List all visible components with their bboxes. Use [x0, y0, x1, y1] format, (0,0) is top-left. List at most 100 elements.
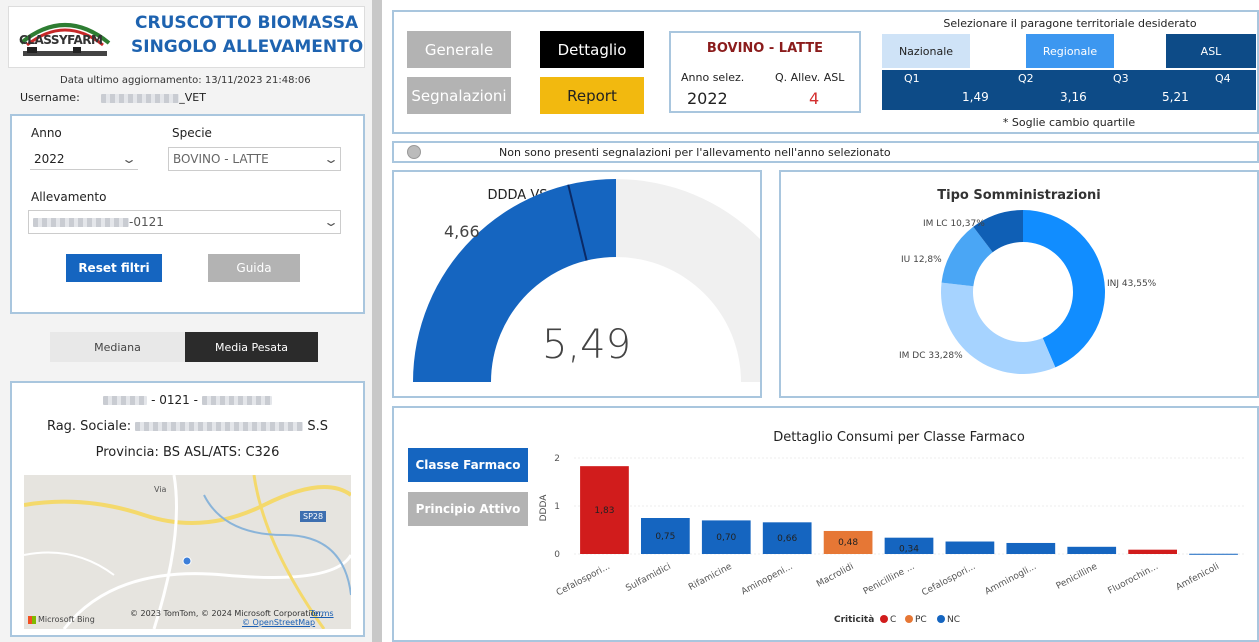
principio-attivo-button[interactable]: Principio Attivo — [408, 492, 528, 526]
summary-box: BOVINO - LATTE Anno selez. 2022 Q. Allev… — [669, 31, 861, 113]
sidebar-divider — [372, 0, 382, 642]
classyfarm-logo: CLASSYFARM — [13, 13, 117, 63]
regionale-option[interactable]: Regionale — [1026, 34, 1114, 68]
dettaglio-button[interactable]: Dettaglio — [540, 31, 644, 68]
map-terms-link[interactable]: Terms — [310, 609, 334, 618]
legend-dot-icon — [937, 615, 945, 623]
farm-code: - 0121 - — [12, 393, 363, 407]
bar-value-label: 0,48 — [838, 538, 858, 548]
threshold-2: 3,16 — [1060, 90, 1087, 104]
chevron-down-icon: ⌄ — [322, 152, 340, 166]
gauge-target-label: 4,66 — [444, 222, 480, 241]
threshold-1: 1,49 — [962, 90, 989, 104]
category-label: Cefalospori... — [920, 562, 977, 599]
asl-option[interactable]: ASL — [1166, 34, 1256, 68]
legend-dot-icon — [880, 615, 888, 623]
map-attribution: © 2023 TomTom, © 2024 Microsoft Corporat… — [130, 609, 324, 618]
bar-value-label: 0,70 — [716, 533, 736, 543]
guida-button[interactable]: Guida — [208, 254, 300, 282]
category-label: Aminopeni... — [740, 562, 795, 597]
category-label: Rifamicine — [687, 562, 734, 593]
last-update: Data ultimo aggiornamento: 13/11/2023 21… — [60, 75, 311, 86]
page-title-line1: CRUSCOTTO BIOMASSA — [135, 13, 359, 33]
chevron-down-icon: ⌄ — [120, 151, 138, 166]
bar-panel: Classe Farmaco Principio Attivo Dettagli… — [392, 406, 1259, 642]
ragione-sociale: Rag. Sociale: S.S — [12, 419, 363, 434]
reset-filters-button[interactable]: Reset filtri — [66, 254, 162, 282]
y-tick-label: 1 — [554, 502, 560, 512]
specie-value: BOVINO - LATTE — [173, 152, 269, 166]
bar-value-label: 0,66 — [777, 534, 797, 544]
allevamento-suffix: -0121 — [129, 215, 164, 229]
quartile-value: 4 — [809, 89, 820, 108]
farm-info-panel: - 0121 - Rag. Sociale: S.S Provincia: BS… — [10, 381, 365, 637]
category-label: Amminogli... — [983, 562, 1038, 597]
nazionale-option[interactable]: Nazionale — [882, 34, 970, 68]
donut-label: IM DC 33,28% — [899, 351, 963, 361]
allevamento-redacted — [33, 218, 129, 227]
bar — [1189, 553, 1238, 555]
logo-text: CLASSYFARM — [19, 33, 103, 47]
bar-chart: DDDA 0 1 2 1,83 Cefalospori... 0,75 Sulfamidici… — [539, 454, 1244, 625]
bar — [945, 541, 995, 554]
provincia: Provincia: BS ASL/ATS: C326 — [95, 445, 280, 460]
anno-selez-value: 2022 — [687, 89, 728, 108]
threshold-3: 5,21 — [1162, 90, 1189, 104]
segnalazioni-button[interactable]: Segnalazioni — [407, 77, 511, 114]
username-redacted — [101, 93, 180, 103]
quartile-label: Q. Allev. ASL — [775, 71, 845, 84]
page-title-line2: SINGOLO ALLEVAMENTO — [131, 37, 364, 57]
bing-logo: Microsoft Bing — [28, 615, 95, 624]
anno-selez-label: Anno selez. — [681, 71, 745, 84]
chevron-down-icon: ⌄ — [322, 215, 340, 229]
category-label: Penicilline ... — [862, 562, 917, 597]
territorial-title: Selezionare il paragone territoriale des… — [943, 17, 1197, 30]
mediana-toggle[interactable]: Mediana — [50, 332, 185, 362]
q2-label: Q2 — [1018, 72, 1034, 85]
farm-code-mid: - 0121 - — [147, 393, 202, 407]
quartile-note: * Soglie cambio quartile — [1002, 116, 1136, 129]
legend-title: Criticità — [834, 615, 874, 625]
specie-label: Specie — [172, 126, 212, 140]
legend-item: NC — [947, 615, 960, 625]
username-suffix: _VET — [179, 91, 206, 104]
rag-redacted — [135, 422, 304, 431]
category-label: Cefalospori... — [555, 562, 612, 599]
media-pesata-toggle[interactable]: Media Pesata — [185, 332, 318, 362]
farm-code-redacted-b — [201, 396, 272, 405]
classe-farmaco-button[interactable]: Classe Farmaco — [408, 448, 528, 482]
quartile-table: Q1 Q2 Q3 Q4 1,49 3,16 5,21 — [882, 70, 1256, 110]
donut-panel: Tipo Somministrazioni INJ 43,55% IM DC 33… — [779, 170, 1259, 398]
bar-value-label: 0,34 — [899, 545, 919, 555]
category-label: Fluorochin... — [1106, 562, 1160, 597]
header-card: CLASSYFARM CRUSCOTTO BIOMASSA SINGOLO AL… — [8, 6, 365, 68]
bar-chart-title: Dettaglio Consumi per Classe Farmaco — [773, 430, 1025, 445]
farm-code-redacted-a — [103, 396, 148, 405]
category-label: Amfenicoli — [1174, 562, 1220, 593]
map-place-label: Via — [154, 485, 167, 494]
specie-dropdown[interactable]: BOVINO - LATTE ⌄ — [168, 147, 341, 171]
top-panel: Generale Dettaglio Segnalazioni Report B… — [392, 10, 1259, 134]
bar — [1067, 546, 1117, 554]
osm-link[interactable]: © OpenStreetMap — [242, 618, 315, 627]
legend-dot-icon — [905, 615, 913, 623]
generale-button[interactable]: Generale — [407, 31, 511, 68]
q3-label: Q3 — [1113, 72, 1129, 85]
donut-label: IM LC 10,37% — [923, 219, 985, 229]
bing-icon — [28, 615, 36, 624]
donut-chart: INJ 43,55% IM DC 33,28% IU 12,8% IM LC 10,3… — [899, 210, 1157, 374]
bar-value-label: 0,75 — [655, 532, 675, 542]
anno-label: Anno — [31, 126, 62, 140]
username-row: Username: _VET — [20, 91, 206, 104]
bing-text: Microsoft Bing — [38, 615, 95, 624]
anno-dropdown[interactable]: 2022 ⌄ — [30, 148, 138, 170]
allevamento-dropdown[interactable]: -0121 ⌄ — [28, 210, 341, 234]
y-tick-label: 2 — [554, 454, 560, 464]
allevamento-label: Allevamento — [31, 190, 107, 204]
y-tick-label: 0 — [554, 550, 560, 560]
category-label: Sulfamidici — [624, 562, 672, 594]
alert-bar: Non sono presenti segnalazioni per l'all… — [392, 141, 1259, 163]
map-roads — [24, 475, 351, 629]
report-button[interactable]: Report — [540, 77, 644, 114]
map[interactable]: Via SP28 Microsoft Bing © 2023 TomTom, ©… — [24, 475, 351, 629]
